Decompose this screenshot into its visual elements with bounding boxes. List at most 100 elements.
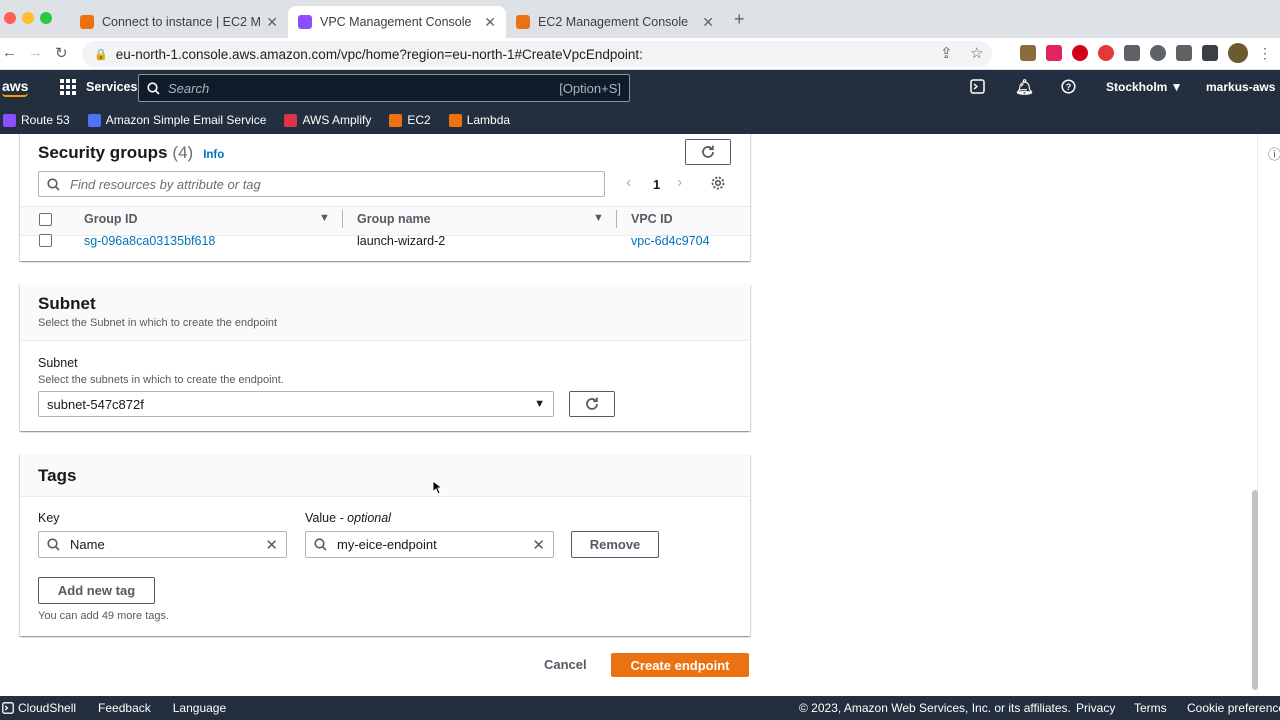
reload-icon[interactable]: ↻ [55,44,68,62]
subnet-field-hint: Select the subnets in which to create th… [38,374,284,386]
sort-caret-icon[interactable]: ▼ [593,212,604,224]
create-endpoint-button[interactable]: Create endpoint [611,653,749,677]
favorite-amplify[interactable]: AWS Amplify [284,113,371,127]
close-window-button[interactable] [4,12,16,24]
forward-arrow-icon[interactable]: → [28,44,43,61]
browser-tab-vpc[interactable]: VPC Management Console ✕ [288,6,506,38]
browser-tab-bar: Connect to instance | EC2 Man ✕ VPC Mana… [0,0,1280,38]
subnet-heading: Subnet [38,294,96,313]
tags-remaining-hint: You can add 49 more tags. [38,610,170,622]
aws-logo[interactable]: aws [2,78,28,97]
table-settings-gear-icon[interactable] [710,175,726,196]
tag-key-label: Key [38,511,60,525]
new-tab-button[interactable]: + [734,9,745,30]
main-content: ⓘ Security groups (4) Info Find resource… [0,134,1280,696]
lambda-icon [448,113,462,127]
browser-tab-ec2-console[interactable]: EC2 Management Console ✕ [506,6,724,38]
subnet-field-label: Subnet [38,356,78,370]
help-icon[interactable]: ? [1061,79,1076,97]
close-tab-icon[interactable]: ✕ [266,14,278,31]
favorite-lambda[interactable]: Lambda [448,113,510,127]
column-header-group-id[interactable]: Group ID [84,212,137,226]
browser-menu-icon[interactable]: ⋮ [1258,45,1272,61]
tag-value-label: Value - optional [305,511,391,525]
aws-search-input[interactable]: Search [Option+S] [138,74,630,102]
back-arrow-icon[interactable]: ← [2,44,17,61]
vpc-id-link[interactable]: vpc-6d4c9704 [631,234,710,248]
search-icon [314,538,327,551]
cloudshell-footer-button[interactable]: CloudShell [2,701,76,715]
puzzle-extensions-icon[interactable] [1124,45,1140,61]
terms-link[interactable]: Terms [1134,701,1167,715]
tags-panel: Tags Key Value - optional Name ✕ my-eice… [20,454,750,636]
side-panel-icon[interactable] [1202,45,1218,61]
favorite-route53[interactable]: Route 53 [3,113,70,127]
region-selector[interactable]: Stockholm ▼ [1106,80,1183,94]
refresh-icon [586,397,598,410]
close-tab-icon[interactable]: ✕ [702,14,714,31]
ec2-icon [389,113,403,127]
close-tab-icon[interactable]: ✕ [484,14,496,31]
add-new-tag-button[interactable]: Add new tag [38,577,155,604]
shield-extension-icon[interactable] [1046,45,1062,61]
language-link[interactable]: Language [173,701,226,715]
profile-avatar[interactable] [1228,43,1248,63]
favorite-ec2[interactable]: EC2 [389,113,431,127]
record-extension-icon[interactable] [1098,45,1114,61]
search-icon [47,538,60,551]
column-header-group-name[interactable]: Group name [357,212,431,226]
refresh-security-groups-button[interactable] [685,139,731,165]
page-number[interactable]: 1 [653,177,660,192]
group-name-cell: launch-wizard-2 [357,234,446,248]
row-checkbox[interactable] [39,234,52,247]
tag-key-input[interactable]: Name ✕ [38,531,287,558]
info-panel-icon[interactable]: ⓘ [1268,144,1280,163]
grid-icon [60,79,76,95]
cloudshell-icon [2,702,14,714]
url-bar[interactable]: 🔒 eu-north-1.console.aws.amazon.com/vpc/… [82,41,992,67]
info-link[interactable]: Info [203,149,224,161]
console-footer: CloudShell Feedback Language © 2023, Ama… [0,696,1280,720]
browser-tab-ec2-connect[interactable]: Connect to instance | EC2 Man ✕ [70,6,288,38]
extension-icon[interactable] [1020,45,1036,61]
minimize-window-button[interactable] [22,12,34,24]
privacy-link[interactable]: Privacy [1076,701,1115,715]
favorite-ses[interactable]: Amazon Simple Email Service [87,113,266,127]
subnet-select[interactable]: subnet-547c872f ▼ [38,391,554,417]
security-groups-filter-input[interactable]: Find resources by attribute or tag [38,171,605,197]
feedback-link[interactable]: Feedback [98,701,151,715]
next-page-icon[interactable]: › [677,174,682,192]
sync-icon[interactable] [1150,45,1166,61]
notifications-bell-icon[interactable]: 🔔︎ [1015,78,1034,96]
clear-key-icon[interactable]: ✕ [265,536,278,554]
refresh-subnets-button[interactable] [569,391,615,417]
remove-tag-button[interactable]: Remove [571,531,659,558]
cloudshell-icon[interactable] [970,79,985,97]
services-menu-button[interactable]: Services [60,79,137,95]
previous-page-icon[interactable]: ‹ [626,174,631,192]
share-icon[interactable]: ⇪ [940,44,953,62]
reading-list-icon[interactable] [1176,45,1192,61]
lock-icon: 🔒 [94,48,108,61]
select-all-checkbox[interactable] [39,213,52,226]
clear-value-icon[interactable]: ✕ [532,536,545,554]
cookie-preferences-link[interactable]: Cookie preferences [1187,701,1280,715]
mouse-cursor-icon [432,480,442,495]
refresh-icon [702,145,714,158]
url-text: eu-north-1.console.aws.amazon.com/vpc/ho… [115,46,643,62]
ec2-favicon-icon [516,15,530,29]
dropdown-caret-icon: ▼ [534,398,545,410]
account-menu[interactable]: markus-aws ▼ [1206,80,1280,94]
tag-value-input[interactable]: my-eice-endpoint ✕ [305,531,554,558]
page-scrollbar[interactable] [1252,490,1258,690]
cancel-button[interactable]: Cancel [544,657,587,672]
bookmark-star-icon[interactable]: ☆ [970,44,983,62]
amplify-icon [284,113,298,127]
opera-extension-icon[interactable] [1072,45,1088,61]
group-id-link[interactable]: sg-096a8ca03135bf618 [84,234,215,248]
column-header-vpc-id[interactable]: VPC ID [631,212,673,226]
favorites-bar: Route 53 Amazon Simple Email Service AWS… [0,106,1280,134]
maximize-window-button[interactable] [40,12,52,24]
sort-caret-icon[interactable]: ▼ [319,212,330,224]
ses-icon [87,113,101,127]
